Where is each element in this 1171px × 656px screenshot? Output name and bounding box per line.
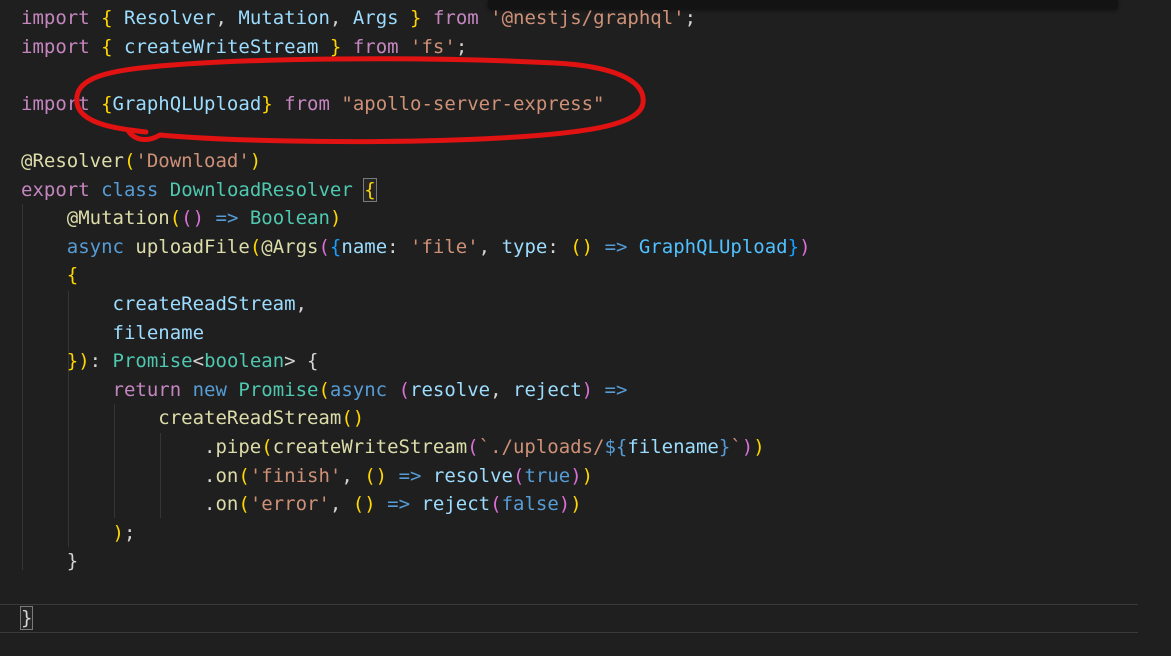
bracket-match-highlight: } <box>21 607 33 630</box>
code-line-1[interactable]: import { Resolver, Mutation, Args } from… <box>0 4 1171 33</box>
code-line-9[interactable]: async uploadFile(@Args({name: 'file', ty… <box>0 233 1171 262</box>
code-line-4[interactable]: import {GraphQLUpload} from "apollo-serv… <box>0 90 1171 119</box>
code-area[interactable]: import { Resolver, Mutation, Args } from… <box>0 4 1171 633</box>
code-line-17[interactable]: .on('finish', () => resolve(true)) <box>0 462 1171 491</box>
code-line-16[interactable]: .pipe(createWriteStream(`./uploads/${fil… <box>0 433 1171 462</box>
code-line-8[interactable]: @Mutation(() => Boolean) <box>0 204 1171 233</box>
code-line-6[interactable]: @Resolver('Download') <box>0 147 1171 176</box>
code-line-7[interactable]: export class DownloadResolver { <box>0 176 1171 205</box>
code-line-22[interactable]: } <box>0 604 1138 633</box>
code-line-5[interactable] <box>0 118 1171 147</box>
code-line-11[interactable]: createReadStream, <box>0 290 1171 319</box>
bracket-match-highlight: { <box>364 178 376 201</box>
code-line-3[interactable] <box>0 61 1171 90</box>
code-line-15[interactable]: createReadStream() <box>0 404 1171 433</box>
code-line-14[interactable]: return new Promise(async (resolve, rejec… <box>0 376 1171 405</box>
code-line-13[interactable]: }): Promise<boolean> { <box>0 347 1171 376</box>
code-line-21[interactable] <box>0 576 1171 605</box>
code-line-12[interactable]: filename <box>0 319 1171 348</box>
code-editor[interactable]: import { Resolver, Mutation, Args } from… <box>0 0 1171 656</box>
code-line-2[interactable]: import { createWriteStream } from 'fs'; <box>0 33 1171 62</box>
code-line-19[interactable]: ); <box>0 519 1171 548</box>
code-line-10[interactable]: { <box>0 261 1171 290</box>
code-line-20[interactable]: } <box>0 547 1171 576</box>
code-line-18[interactable]: .on('error', () => reject(false)) <box>0 490 1171 519</box>
